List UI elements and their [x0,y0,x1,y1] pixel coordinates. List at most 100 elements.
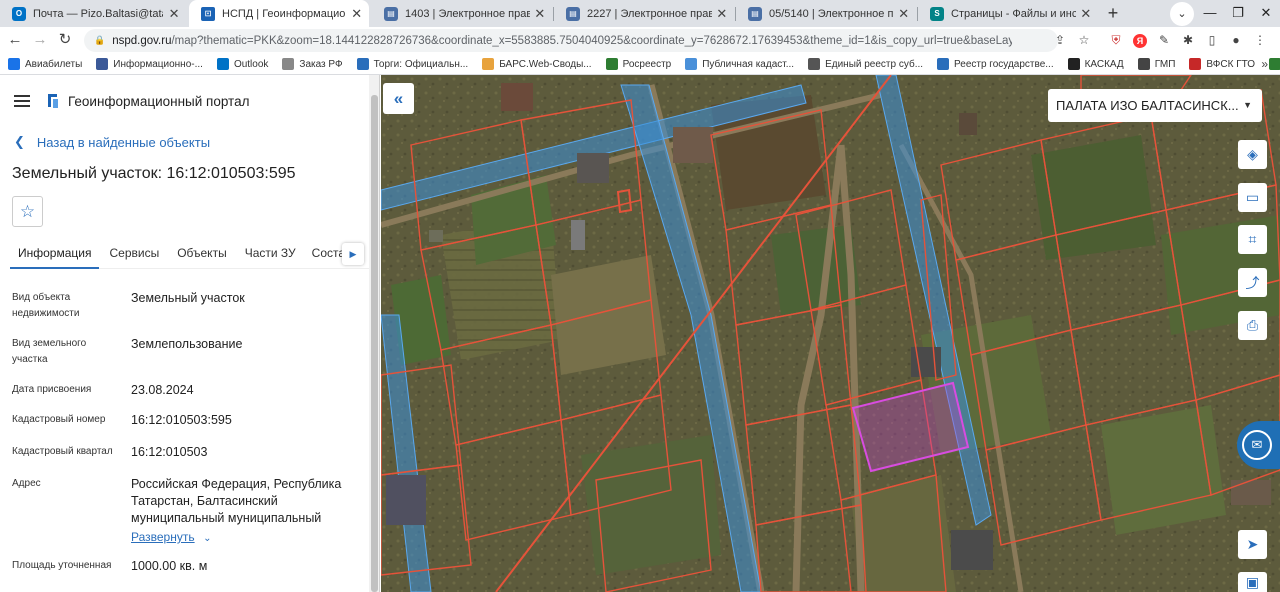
bookmark-favicon-icon [685,58,698,70]
bookmark-item[interactable]: ВФСК ГТО [1189,58,1255,70]
extensions-puzzle-icon[interactable]: ✱ [1176,29,1200,52]
select-area-button[interactable]: ⌗ [1238,225,1267,254]
share-button[interactable]: ⤴ [1238,268,1267,297]
bookmark-item[interactable]: Реестр государстве... [937,58,1054,70]
close-icon[interactable]: ✕ [167,6,181,22]
layer-select-value: ПАЛАТА ИЗО БАЛТАСИНСК... [1056,98,1239,113]
url-path: /map?thematic=PKK&zoom=18.14412282872673… [171,34,1013,47]
window-close-icon[interactable]: ✕ [1254,0,1278,27]
bookmark-item[interactable]: Росреестр [605,58,672,70]
bookmark-favicon-icon [96,58,109,70]
panel-scrollbar[interactable] [369,75,379,592]
map-view[interactable]: « ПАЛАТА ИЗО БАЛТАСИНСК... ▼ ◈ ▭ ⌗ ⤴ ⎙ ✉… [381,75,1280,592]
bookmark-favicon-icon [482,58,495,70]
new-tab-button[interactable]: + [1102,3,1124,25]
tab-parts[interactable]: Части ЗУ [237,241,304,269]
browser-tab[interactable]: ▤ 05/5140 | Электронное правите ✕ [736,0,916,27]
bookmark-star-icon[interactable]: ☆ [1072,29,1096,52]
browser-tab[interactable]: ▤ 1403 | Электронное правительс ✕ [372,0,552,27]
attr-label: Кадастровый квартал [12,446,113,457]
bookmark-item[interactable]: Единый реестр суб... [808,58,923,70]
bookmark-item[interactable]: Информационно-... [96,58,203,70]
attr-value: 23.08.2024 [131,383,194,397]
bookmark-item[interactable]: ГМП [1137,58,1175,70]
bookmarks-overflow-icon[interactable]: » [1261,57,1268,71]
attr-label: Вид объекта недвижимости [12,292,80,319]
browser-tab[interactable]: S Страницы - Файлы и инструкци ✕ [918,0,1098,27]
layer-select-dropdown[interactable]: ПАЛАТА ИЗО БАЛТАСИНСК... ▼ [1048,89,1262,122]
locate-me-button[interactable]: ➤ [1238,530,1267,559]
ruler-button[interactable]: ▭ [1238,183,1267,212]
reload-icon[interactable]: ↻ [54,29,76,51]
favorite-star-button[interactable]: ☆ [12,196,43,227]
back-to-results-link[interactable]: ❮ Назад в найденные объекты [14,134,210,150]
attr-value: Землепользование [131,337,243,351]
back-arrow-icon[interactable]: ← [4,29,26,51]
browser-tab-active[interactable]: ⊡ НСПД | Геоинформационный п ✕ [189,0,369,27]
support-chat-button[interactable]: ✉ [1237,421,1280,469]
bookmark-item[interactable]: Публичная кадаст... [685,58,794,70]
address-bar[interactable]: 🔒 nspd.gov.ru/map?thematic=PKK&zoom=18.1… [84,29,1058,52]
close-icon[interactable]: ✕ [350,6,363,22]
bookmark-favicon-icon [216,58,229,70]
layers-button[interactable]: ◈ [1238,140,1267,169]
tab-title: Почта — Pizo.Baltasi@tatar.ru [33,7,163,20]
scrollbar-thumb[interactable] [371,95,378,592]
brush-icon[interactable]: ✎ [1152,29,1176,52]
close-icon[interactable]: ✕ [716,6,728,22]
minimize-icon[interactable]: — [1198,0,1222,27]
attr-value: Земельный участок [131,291,245,305]
bookmark-item[interactable]: КАСКАД [1067,58,1124,70]
browser-tab[interactable]: O Почта — Pizo.Baltasi@tatar.ru ✕ [0,0,187,27]
profile-icon[interactable]: ● [1224,29,1248,52]
attr-row: Кадастровый номер 16:12:010503:595 [12,412,362,430]
tabs-scroll-right-button[interactable]: ▶ [342,243,364,265]
sidepanel-icon[interactable]: ▯ [1200,29,1224,52]
portal-logo-icon [48,94,58,108]
menu-kebab-icon[interactable]: ⋮ [1248,29,1272,52]
outlook-icon: O [12,6,26,21]
browser-tab[interactable]: ▤ 2227 | Электронное правительс ✕ [554,0,734,27]
print-button[interactable]: ⎙ [1238,311,1267,340]
satellite-map[interactable] [381,75,1280,592]
tab-information[interactable]: Информация [10,241,100,269]
extension-icons: ⛨ Я ✎ ✱ ▯ ● ⋮ [1104,29,1272,52]
close-icon[interactable]: ✕ [534,6,546,22]
bookmark-label: БАРС.Web-Своды... [499,58,592,70]
address-url[interactable]: nspd.gov.ru/map?thematic=PKK&zoom=18.144… [112,35,1012,47]
bookmark-favicon-icon [282,58,295,70]
map-extra-button[interactable]: ▣ [1238,572,1267,592]
bookmarks-bar: Авиабилеты Информационно-... Outlook Заказ … [0,54,1280,75]
attr-row-address: Адрес Российская Федерация, Республика Т… [12,476,362,546]
collapse-panel-button[interactable]: « [383,83,414,114]
chevron-down-icon: ⌄ [203,533,212,544]
tab-search-button[interactable]: ⌄ [1170,2,1194,26]
bookmark-item[interactable]: Торги: Официальн... [356,58,468,70]
tab-objects[interactable]: Объекты [169,241,235,269]
close-icon[interactable]: ✕ [898,6,910,22]
expand-label: Развернуть [131,530,195,544]
print-icon: ⎙ [1246,317,1259,333]
expand-link[interactable]: Развернуть ⌄ [131,529,355,547]
bookmark-item[interactable]: Outlook [216,58,268,70]
share-page-icon[interactable]: ⇪ [1048,29,1072,52]
bookmark-item[interactable]: БАРС.Web-Своды... [482,58,592,70]
omnibox-actions: ⇪ ☆ [1048,29,1096,52]
bookmark-item[interactable]: Авиабилеты [8,58,82,70]
bookmark-label: Заказ РФ [299,58,343,70]
adblock-icon[interactable]: ⛨ [1104,29,1128,52]
hamburger-menu-icon[interactable] [14,95,30,107]
yandex-icon[interactable]: Я [1133,34,1147,48]
maximize-icon[interactable]: ❐ [1226,0,1250,27]
map-tool-icon: ▣ [1245,573,1260,590]
tab-services[interactable]: Сервисы [101,241,167,269]
double-chevron-left-icon: « [393,88,404,108]
close-icon[interactable]: ✕ [1080,6,1092,22]
bookmark-label: Реестр государстве... [954,58,1054,70]
attr-value: 1000.00 кв. м [131,559,208,573]
bookmark-item[interactable]: Росреестр [1269,58,1280,70]
bookmark-item[interactable]: Заказ РФ [282,58,343,70]
bookmark-label: Росреестр [622,58,672,70]
ruler-icon: ▭ [1245,189,1260,205]
forward-arrow-icon[interactable]: → [29,29,51,51]
